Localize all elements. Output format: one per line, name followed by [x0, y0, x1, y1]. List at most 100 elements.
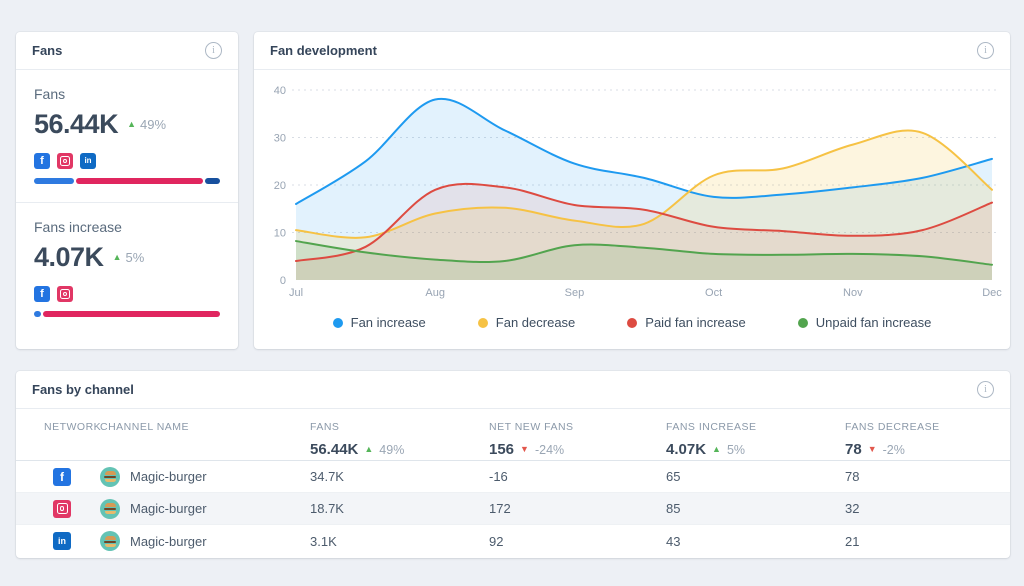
svg-text:30: 30: [274, 133, 286, 145]
facebook-icon: f: [34, 153, 50, 169]
legend-label: Fan increase: [350, 315, 426, 330]
cell-fans: 3.1K: [310, 533, 337, 549]
svg-text:Jul: Jul: [289, 287, 303, 299]
fans-increase-network-icons: f: [34, 286, 220, 302]
fans-increase-trend: 5%: [113, 250, 145, 265]
table-header-row: NETWORK CHANNEL NAME FANS 56.44K 49% NET…: [16, 409, 1010, 461]
bar-segment: [43, 311, 220, 317]
fan-development-chart-area: 0 10 20 30 40 Jul Aug Sep Oct Nov Dec: [254, 70, 1010, 309]
fans-section-label: Fans: [34, 86, 66, 102]
cell-fans-decrease: 21: [845, 533, 860, 549]
facebook-icon: f: [53, 467, 71, 486]
legend-dot-yellow-icon: [477, 317, 488, 328]
linkedin-icon: in: [53, 532, 71, 550]
col-channel-name: CHANNEL NAME: [100, 421, 190, 433]
col-fans-increase: FANS INCREASE 4.07K 5%: [666, 421, 845, 458]
fans-summary: 56.44K 49%: [310, 441, 489, 458]
linkedin-icon: in: [80, 153, 96, 169]
fans-trend: 49%: [127, 117, 166, 132]
fans-increase-section: Fans increase 4.07K 5% f: [16, 202, 238, 335]
channel-avatar: [100, 498, 120, 519]
svg-text:Aug: Aug: [425, 287, 445, 299]
bar-segment: [34, 311, 42, 317]
legend-label: Paid fan increase: [645, 315, 746, 330]
chart-legend: Fan increase Fan decrease Paid fan incre…: [254, 315, 1010, 330]
fans-trend-pct: 49%: [140, 117, 167, 132]
cell-fans-increase: 85: [666, 501, 681, 516]
cell-fans-decrease: 32: [845, 501, 860, 516]
fans-by-channel-card: Fans by channel NETWORK CHANNEL NAME FAN…: [16, 371, 1010, 558]
cell-fans-decrease: 78: [845, 469, 860, 484]
cell-fans: 18.7K: [310, 501, 344, 516]
net-new-fans-summary: 156 -24%: [489, 441, 666, 458]
legend-label: Unpaid fan increase: [815, 315, 932, 330]
legend-item-unpaid-fan-increase[interactable]: Unpaid fan increase: [797, 315, 932, 330]
cell-net-new-fans: 92: [489, 533, 504, 549]
fans-card-title: Fans: [32, 43, 63, 58]
channel-name: Magic-burger: [130, 501, 207, 516]
bar-segment: [34, 178, 75, 184]
channel-name: Magic-burger: [130, 533, 207, 549]
fans-increase-label: Fans increase: [34, 219, 122, 235]
fans-by-channel-title: Fans by channel: [32, 382, 134, 397]
channel-avatar: [100, 466, 120, 487]
fan-development-title: Fan development: [270, 43, 377, 58]
trend-up-icon: [712, 445, 721, 454]
legend-dot-red-icon: [627, 317, 638, 328]
fans-distribution-bar: [34, 178, 220, 184]
trend-up-icon: [364, 445, 373, 454]
fans-increase-trend-pct: 5%: [125, 250, 145, 265]
svg-text:Dec: Dec: [982, 287, 1002, 299]
fans-increase-distribution-bar: [34, 311, 220, 317]
bar-segment: [76, 178, 204, 184]
facebook-icon: f: [34, 286, 50, 302]
col-fans: FANS 56.44K 49%: [310, 421, 489, 458]
table-row-instagram[interactable]: Magic-burger 18.7K 172 85 32: [16, 493, 1010, 525]
legend-label: Fan decrease: [495, 315, 576, 330]
channel-name: Magic-burger: [130, 469, 207, 484]
col-net-new-fans: NET NEW FANS 156 -24%: [489, 421, 666, 458]
fans-card-header: Fans: [16, 32, 238, 70]
svg-text:0: 0: [280, 275, 286, 287]
legend-dot-blue-icon: [332, 317, 343, 328]
table-row-facebook[interactable]: f Magic-burger 34.7K -16 65 78: [16, 461, 1010, 493]
bar-segment: [205, 178, 220, 184]
table-row-linkedin[interactable]: in Magic-burger 3.1K 92 43 21: [16, 525, 1010, 557]
legend-item-paid-fan-increase[interactable]: Paid fan increase: [627, 315, 746, 330]
col-network: NETWORK: [44, 421, 102, 433]
instagram-icon: [57, 286, 73, 302]
info-icon[interactable]: [977, 381, 994, 398]
trend-down-icon: [520, 445, 529, 454]
fan-development-header: Fan development: [254, 32, 1010, 70]
fans-increase-value: 4.07K: [34, 242, 104, 272]
col-fans-decrease: FANS DECREASE 78 -2%: [845, 421, 982, 458]
svg-text:Oct: Oct: [705, 287, 722, 299]
fan-development-chart: 0 10 20 30 40 Jul Aug Sep Oct Nov Dec: [274, 85, 1003, 299]
fans-network-icons: f in: [34, 153, 220, 169]
svg-text:40: 40: [274, 85, 286, 97]
trend-down-icon: [868, 445, 877, 454]
fans-by-channel-header: Fans by channel: [16, 371, 1010, 409]
info-icon[interactable]: [205, 42, 222, 59]
instagram-icon: [57, 153, 73, 169]
cell-fans: 34.7K: [310, 469, 344, 484]
fans-section: Fans 56.44K 49% f in: [16, 70, 238, 202]
fans-increase-summary: 4.07K 5%: [666, 441, 845, 458]
svg-text:20: 20: [274, 180, 286, 192]
fans-decrease-summary: 78 -2%: [845, 441, 982, 458]
trend-up-icon: [113, 253, 122, 262]
trend-up-icon: [127, 120, 136, 129]
channel-avatar: [100, 531, 120, 551]
info-icon[interactable]: [977, 42, 994, 59]
cell-net-new-fans: 172: [489, 501, 511, 516]
cell-fans-increase: 65: [666, 469, 681, 484]
fan-development-card: Fan development 0 10 20 30 40 Jul Aug Sep Oct Nov…: [254, 32, 1010, 349]
legend-dot-green-icon: [797, 317, 808, 328]
legend-item-fan-decrease[interactable]: Fan decrease: [477, 315, 576, 330]
fans-card: Fans Fans 56.44K 49% f in Fans increase …: [16, 32, 238, 349]
legend-item-fan-increase[interactable]: Fan increase: [332, 315, 426, 330]
svg-text:Nov: Nov: [843, 287, 863, 299]
cell-fans-increase: 43: [666, 533, 681, 549]
svg-text:Sep: Sep: [565, 287, 585, 299]
instagram-icon: [53, 499, 71, 518]
